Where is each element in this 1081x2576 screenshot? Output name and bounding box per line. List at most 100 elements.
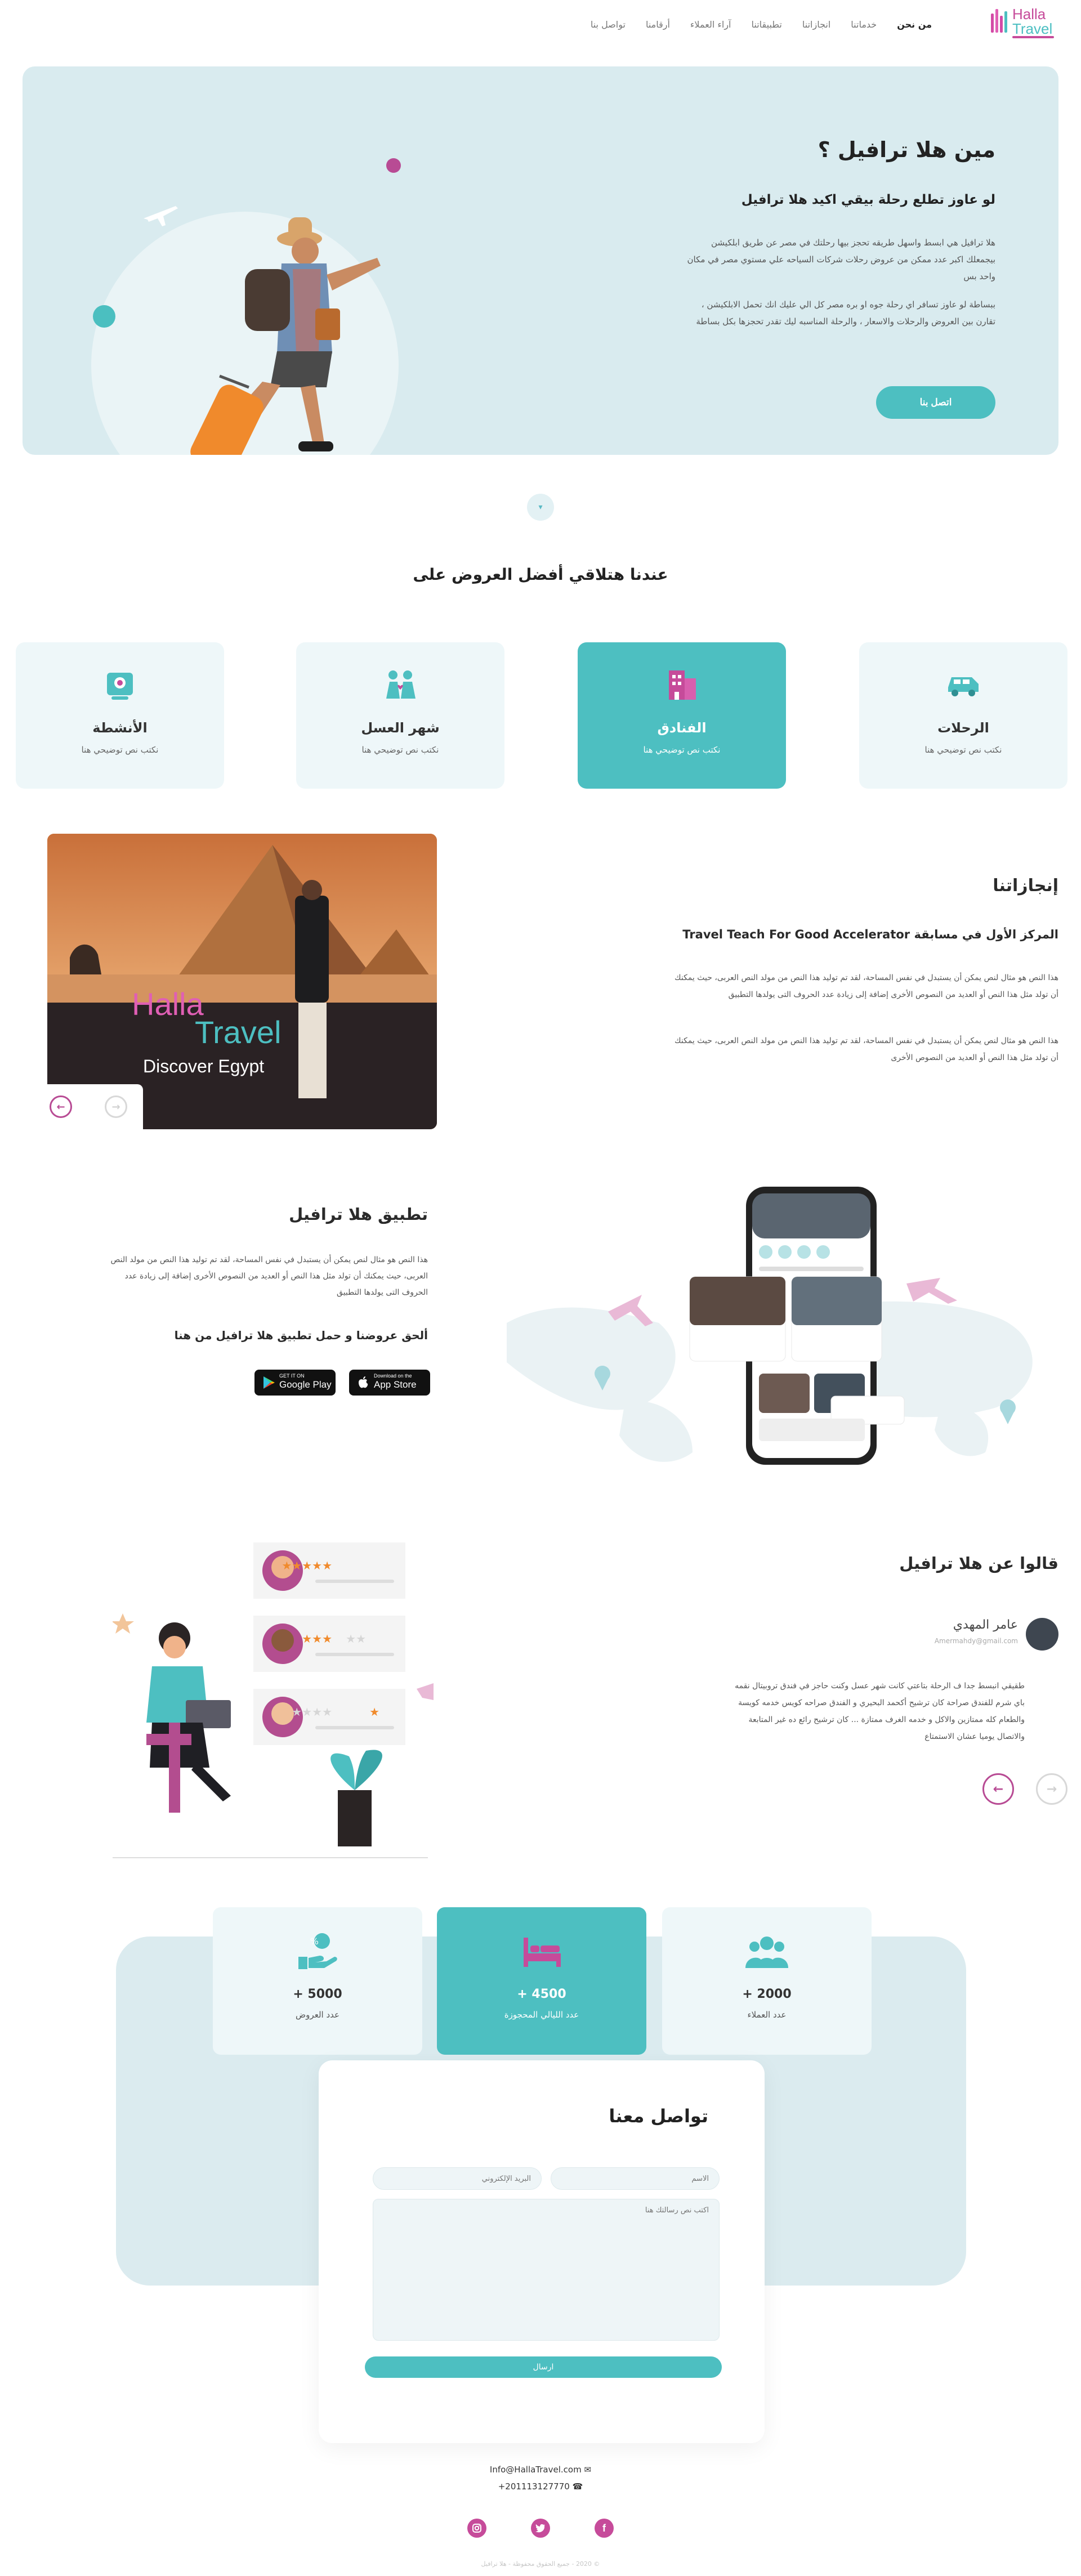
- offer-card-honeymoon[interactable]: شهر العسل نكتب نص توضيحي هنا: [296, 642, 504, 789]
- footer-phone-row[interactable]: +201113127770 ☎: [0, 2481, 1081, 2492]
- bed-icon: [524, 1938, 561, 1967]
- email-field[interactable]: [373, 2167, 542, 2190]
- contact-title: تواصل معنا: [609, 2105, 708, 2127]
- contact-us-button[interactable]: اتصل بنا: [876, 386, 995, 419]
- hero-section: مين هلا ترافيل ؟ لو عاوز تطلع رحلة بيقي …: [23, 66, 1058, 455]
- offer-hand-icon: %: [298, 1933, 337, 1969]
- main-menu: من نحن خدماتنا انجازاتنا تطبيقاتنا آراء …: [591, 19, 932, 30]
- scroll-down-button[interactable]: ▾: [527, 494, 554, 521]
- hero-paragraph-1: هلا ترافيل هي ابسط واسهل طريقه تحجز بيها…: [687, 238, 995, 281]
- stat-label: عدد العروض: [296, 2010, 340, 2020]
- app-cta-text: ألحق عروضنا و حمل تطبيق هلا ترافيل من هن…: [174, 1329, 428, 1342]
- hero-title: مين هلا ترافيل ؟: [818, 137, 995, 162]
- reviews-illustration: ★★★★★ ★★★ ★★ ★★★★ ★: [113, 1542, 434, 1858]
- arrow-right-icon: →: [111, 1101, 120, 1113]
- stat-value: + 2000: [742, 1987, 792, 2001]
- message-field[interactable]: [373, 2199, 720, 2341]
- app-store-big: App Store: [374, 1379, 417, 1390]
- hero-paragraph-2: ببساطة لو عاوز تسافر اي رحلة جوه او بره …: [696, 299, 995, 327]
- hero-subtitle: لو عاوز تطلع رحلة بيقي اكيد هلا ترافيل: [741, 193, 995, 207]
- svg-text:★★: ★★: [346, 1632, 366, 1645]
- svg-text:★★★: ★★★: [302, 1632, 332, 1645]
- twitter-link[interactable]: [531, 2519, 550, 2538]
- stat-value: + 5000: [293, 1987, 342, 2001]
- arrow-left-icon: ←: [993, 1782, 1004, 1796]
- app-store-badge[interactable]: Download on the App Store: [349, 1370, 430, 1396]
- footer-email-row[interactable]: Info@HallaTravel.com ✉: [0, 2465, 1081, 2475]
- reviews-next-button[interactable]: →: [1036, 1773, 1067, 1805]
- traveler-illustration: [190, 217, 381, 455]
- offer-title: الأنشطة: [92, 720, 148, 736]
- stat-value: + 4500: [517, 1987, 566, 2001]
- logo-word-2: Travel: [1012, 20, 1053, 37]
- arrow-left-icon: ←: [56, 1101, 65, 1113]
- offer-subtitle: نكتب نص توضيحي هنا: [924, 745, 1002, 755]
- slider-next-button[interactable]: →: [105, 1095, 127, 1118]
- footer-email[interactable]: Info@HallaTravel.com: [490, 2465, 582, 2475]
- nav-about[interactable]: من نحن: [897, 19, 932, 30]
- reviews-prev-button[interactable]: ←: [982, 1773, 1014, 1805]
- slide-logo-word-2: Travel: [195, 1014, 282, 1050]
- achievements-subtitle: المركز الأول في مسابقة Travel Teach For …: [682, 928, 1058, 941]
- nav-apps[interactable]: تطبيقاتنا: [752, 19, 782, 30]
- google-play-badge[interactable]: GET IT ON Google Play: [254, 1370, 336, 1396]
- reviewer-name: عامر المهدي: [953, 1618, 1018, 1632]
- offer-card-trips[interactable]: الرحلات نكتب نص توضيحي هنا: [859, 642, 1067, 789]
- offer-subtitle: نكتب نص توضيحي هنا: [361, 745, 439, 755]
- send-button[interactable]: ارسال: [365, 2356, 722, 2378]
- reviewer-email: Amermahdy@gmail.com: [934, 1637, 1018, 1645]
- offer-card-activities[interactable]: الأنشطة نكتب نص توضيحي هنا: [16, 642, 224, 789]
- svg-text:★★★★★: ★★★★★: [282, 1559, 332, 1572]
- reviewer-avatar: [1026, 1618, 1058, 1651]
- stat-card-customers: + 2000 عدد العملاء: [662, 1907, 872, 2055]
- google-play-icon: [263, 1376, 275, 1389]
- offer-title: الرحلات: [937, 720, 989, 736]
- van-icon: [948, 677, 979, 696]
- offer-title: شهر العسل: [361, 720, 440, 736]
- footer-phone[interactable]: +201113127770: [498, 2481, 570, 2492]
- offer-card-hotels[interactable]: الفنادق نكتب نص توضيحي هنا: [578, 642, 786, 789]
- achievements-paragraph-2: هذا النص هو مثال لنص يمكن أن يستبدل في ن…: [674, 1036, 1058, 1062]
- slider-controls: ← →: [47, 1084, 143, 1129]
- arrow-right-icon: →: [1046, 1782, 1057, 1796]
- twitter-icon: [535, 2524, 545, 2533]
- slider-prev-button[interactable]: ←: [50, 1095, 72, 1118]
- offers-title: عندنا هتلاقي أفضل العروض على: [413, 565, 668, 584]
- slide-logo-word-1: Halla: [132, 986, 204, 1022]
- nav-achievements[interactable]: انجازاتنا: [802, 19, 830, 30]
- nav-numbers[interactable]: أرقامنا: [646, 19, 670, 30]
- stat-card-offers: % + 5000 عدد العروض: [213, 1907, 422, 2055]
- logo-word-1: Halla: [1012, 6, 1046, 23]
- logo-mark-icon: [991, 9, 1010, 34]
- stat-card-nights: + 4500 عدد الليالي المحجوزة: [437, 1907, 646, 2055]
- achievements-paragraph-1: هذا النص هو مثال لنص يمكن أن يستبدل في ن…: [674, 973, 1058, 999]
- hero-teal-dot: [93, 305, 115, 328]
- facebook-link[interactable]: f: [595, 2519, 614, 2538]
- logo-underline: [1012, 36, 1054, 38]
- offer-subtitle: نكتب نص توضيحي هنا: [81, 745, 159, 755]
- phone-icon: ☎: [572, 2481, 583, 2492]
- offer-title: الفنادق: [657, 720, 707, 736]
- nav-contact[interactable]: تواصل بنا: [591, 19, 626, 30]
- google-play-big: Google Play: [279, 1379, 332, 1390]
- nav-services[interactable]: خدماتنا: [851, 19, 877, 30]
- google-play-small: GET IT ON: [279, 1373, 305, 1379]
- hero-pink-dot: [386, 158, 401, 173]
- slide-caption: Discover Egypt: [143, 1056, 265, 1076]
- copyright: © 2020 - جميع الحقوق محفوظة - هلا ترافيل: [481, 2560, 600, 2568]
- app-title: تطبيق هلا ترافيل: [289, 1205, 428, 1224]
- brand-logo[interactable]: Halla Travel: [991, 7, 1057, 41]
- svg-text:★★★★: ★★★★: [292, 1705, 332, 1719]
- instagram-icon: [472, 2524, 481, 2533]
- chevron-down-icon: ▾: [538, 503, 543, 512]
- couple-icon: [386, 670, 416, 699]
- nav-reviews[interactable]: آراء العملاء: [690, 19, 731, 30]
- name-field[interactable]: [551, 2167, 720, 2190]
- facebook-icon: f: [602, 2522, 606, 2534]
- offer-subtitle: نكتب نص توضيحي هنا: [643, 745, 721, 755]
- top-nav: Halla Travel من نحن خدماتنا انجازاتنا تط…: [0, 0, 1081, 56]
- contact-form-card: تواصل معنا ارسال: [319, 2060, 765, 2443]
- svg-text:%: %: [310, 1936, 319, 1947]
- mail-icon: ✉: [584, 2465, 592, 2475]
- instagram-link[interactable]: [467, 2519, 486, 2538]
